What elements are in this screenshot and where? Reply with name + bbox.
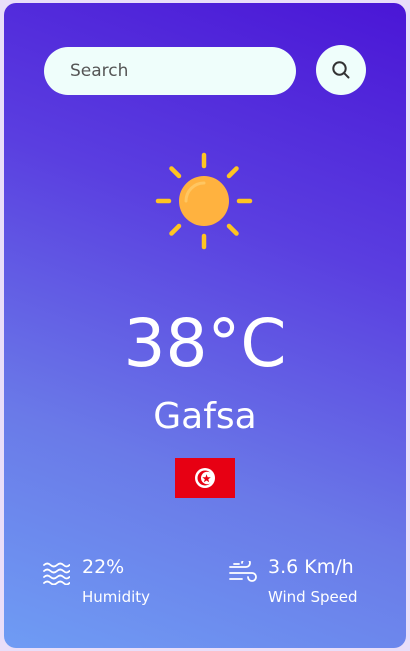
search-bar — [44, 45, 366, 97]
weather-card: 38°C Gafsa 22% Humidity — [4, 3, 406, 648]
humidity-label: Humidity — [82, 588, 151, 606]
sun-icon — [155, 152, 253, 250]
wind-panel: 3.6 Km/h Wind Speed — [228, 551, 378, 611]
humidity-panel: 22% Humidity — [42, 551, 182, 611]
humidity-waves-icon — [43, 562, 70, 585]
tunisia-flag-icon — [175, 458, 235, 498]
search-input[interactable] — [44, 47, 296, 95]
city-name: Gafsa — [153, 396, 257, 437]
wind-speed-value: 3.6 Km/h — [268, 556, 354, 578]
wind-icon — [229, 561, 257, 582]
wind-speed-label: Wind Speed — [268, 588, 358, 606]
search-icon — [332, 61, 350, 79]
search-button[interactable] — [316, 45, 366, 95]
temperature: 38°C — [123, 305, 287, 382]
humidity-value: 22% — [82, 556, 125, 578]
